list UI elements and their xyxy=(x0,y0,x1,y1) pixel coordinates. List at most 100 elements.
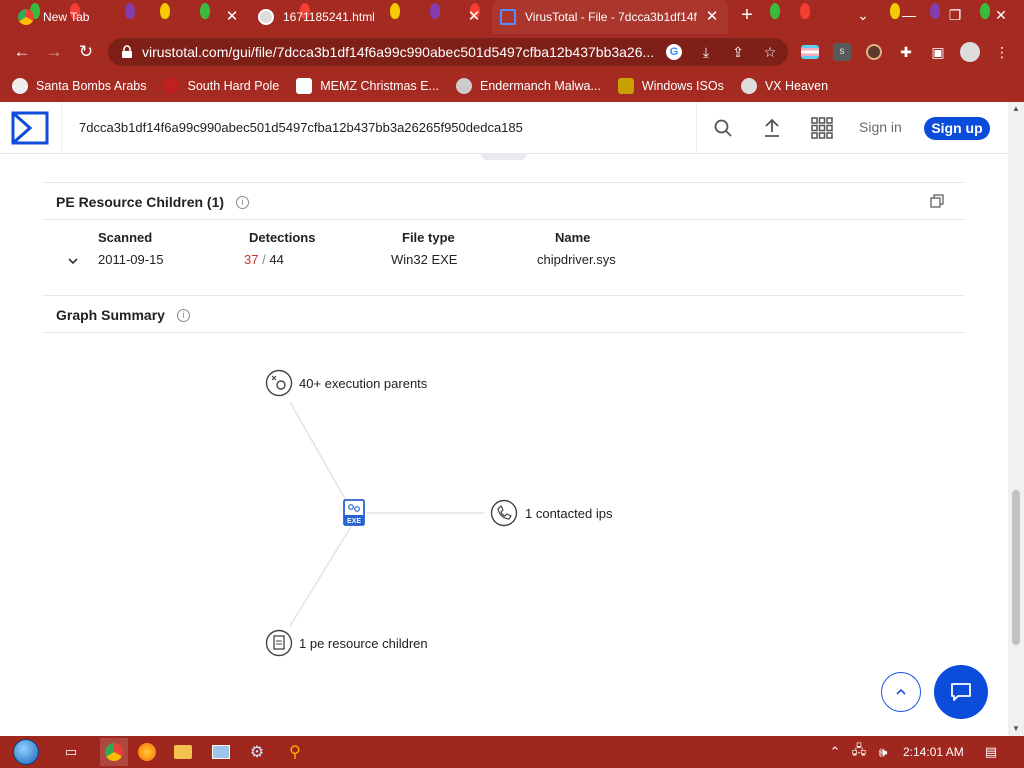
url-text: virustotal.com/gui/file/7dcca3b1df14f6a9… xyxy=(142,44,655,60)
file-explorer-icon[interactable] xyxy=(172,741,194,763)
browser-tab-strip: New Tab ✕ 1671185241.html ✕ VirusTotal -… xyxy=(0,0,1024,34)
info-icon[interactable]: i xyxy=(236,195,250,209)
bookmark-item[interactable]: Santa Bombs Arabs xyxy=(12,78,146,94)
bookmark-star-icon[interactable]: ☆ xyxy=(760,42,780,62)
system-clock[interactable]: 2:14:01 AM xyxy=(903,745,964,759)
exe-node-label: EXE xyxy=(347,518,361,525)
tab-virustotal[interactable]: VirusTotal - File - 7dcca3b1df14f ✕ xyxy=(492,0,728,34)
minimize-button[interactable]: — xyxy=(886,0,932,30)
browser-toolbar: ← → ↻ virustotal.com/gui/file/7dcca3b1df… xyxy=(0,34,1024,70)
bookmark-label: MEMZ Christmas E... xyxy=(320,79,439,93)
close-icon[interactable]: ✕ xyxy=(224,9,240,25)
close-icon[interactable]: ✕ xyxy=(704,9,720,25)
tab-search-button[interactable]: ⌄ xyxy=(840,0,886,30)
extension-flag-icon[interactable] xyxy=(800,42,820,62)
reload-button[interactable]: ↻ xyxy=(72,38,100,66)
contacted-ips-icon xyxy=(490,499,518,527)
tab-title: VirusTotal - File - 7dcca3b1df14f xyxy=(525,10,697,24)
profile-icon[interactable] xyxy=(960,42,980,62)
column-header-detections: Detections xyxy=(249,230,316,245)
back-button[interactable]: ← xyxy=(8,38,36,66)
chevron-up-icon xyxy=(896,688,906,695)
search-button[interactable] xyxy=(696,102,748,154)
detections-ratio: 37 / 44 xyxy=(244,252,284,267)
search-tool-icon[interactable]: ⚲ xyxy=(284,741,306,763)
tab-html-file[interactable]: 1671185241.html ✕ xyxy=(258,0,490,34)
bookmark-item[interactable]: MEMZ Christmas E... xyxy=(296,78,439,94)
file-name-link[interactable]: chipdriver.sys xyxy=(537,252,616,267)
column-header-scanned: Scanned xyxy=(98,230,153,245)
start-button[interactable] xyxy=(8,736,44,768)
chat-button[interactable] xyxy=(934,665,988,719)
firefox-taskbar-icon[interactable] xyxy=(136,741,158,763)
scroll-to-top-button[interactable] xyxy=(881,672,921,712)
task-view-icon[interactable]: ▭ xyxy=(60,741,82,763)
contacted-ips-label[interactable]: 1 contacted ips xyxy=(525,506,612,521)
column-header-file-type: File type xyxy=(402,230,455,245)
execution-parents-label[interactable]: 40+ execution parents xyxy=(299,376,427,391)
apps-grid-icon[interactable] xyxy=(810,116,834,140)
install-icon[interactable]: ⤓ xyxy=(696,42,716,62)
address-bar[interactable]: virustotal.com/gui/file/7dcca3b1df14f6a9… xyxy=(108,38,788,66)
bookmark-item[interactable]: Endermanch Malwa... xyxy=(455,78,601,94)
sign-up-button[interactable]: Sign up xyxy=(924,117,990,140)
tab-new-tab[interactable]: New Tab ✕ xyxy=(18,0,248,34)
menu-icon[interactable]: ⋮ xyxy=(992,42,1012,62)
bookmark-item[interactable]: South Hard Pole xyxy=(163,78,279,94)
detections-total: 44 xyxy=(269,252,284,267)
detections-separator: / xyxy=(262,252,266,267)
chrome-taskbar-icon[interactable] xyxy=(100,738,128,766)
extension-avatar-icon[interactable] xyxy=(864,42,884,62)
close-icon[interactable]: ✕ xyxy=(466,9,482,25)
search-icon xyxy=(714,119,732,137)
bookmark-label: South Hard Pole xyxy=(187,79,280,93)
page-scrollbar[interactable]: ▲ ▼ xyxy=(1008,102,1024,736)
bookmark-item[interactable]: Windows ISOs xyxy=(617,78,724,94)
notification-icon[interactable]: ▤ xyxy=(980,741,1002,763)
decoration-light xyxy=(800,3,810,19)
scroll-thumb[interactable] xyxy=(1012,490,1020,645)
scroll-up-arrow-icon[interactable]: ▲ xyxy=(1012,104,1020,113)
tray-chevron-up-icon[interactable]: ⌃ xyxy=(824,741,846,763)
virustotal-logo-icon[interactable] xyxy=(11,111,49,145)
restore-button[interactable]: ❐ xyxy=(932,0,978,30)
tab-title: 1671185241.html xyxy=(283,10,375,24)
decoration-light xyxy=(770,3,780,19)
close-window-button[interactable]: ✕ xyxy=(978,0,1024,30)
side-panel-icon[interactable]: ▣ xyxy=(928,42,948,62)
scroll-down-arrow-icon[interactable]: ▼ xyxy=(1012,724,1020,733)
app-window-icon[interactable] xyxy=(210,741,232,763)
divider xyxy=(42,332,965,333)
bookmark-label: Santa Bombs Arabs xyxy=(36,79,147,93)
extensions-puzzle-icon[interactable]: ✚ xyxy=(896,42,916,62)
extension-s-icon[interactable]: s xyxy=(832,42,852,62)
settings-gear-icon[interactable]: ⚙ xyxy=(246,741,268,763)
info-icon[interactable]: i xyxy=(176,308,190,322)
volume-icon[interactable]: 🕪 xyxy=(872,741,894,763)
divider xyxy=(42,295,965,296)
scanned-date: 2011-09-15 xyxy=(98,252,164,267)
execution-parents-icon xyxy=(265,369,293,397)
graph-edge xyxy=(289,401,353,512)
bookmark-label: Endermanch Malwa... xyxy=(479,79,601,93)
exe-node-icon: EXE xyxy=(343,499,365,526)
sign-in-link[interactable]: Sign in xyxy=(859,119,902,135)
chevron-down-icon[interactable] xyxy=(66,254,80,268)
search-bar[interactable]: 7dcca3b1df14f6a99c990abec501d5497cfba12b… xyxy=(61,102,747,154)
share-icon[interactable]: ⇪ xyxy=(728,42,748,62)
bookmark-item[interactable]: VX Heaven xyxy=(740,78,828,94)
santa-icon xyxy=(12,78,28,94)
new-tab-button[interactable]: + xyxy=(728,0,766,30)
pe-resource-section-title: PE Resource Children (1) i xyxy=(56,194,250,210)
windows-taskbar: ▭ ⚙ ⚲ ⌃ 🖧 🕪 2:14:01 AM ▤ xyxy=(0,736,1024,768)
upload-icon[interactable] xyxy=(760,116,784,140)
collapse-handle[interactable] xyxy=(481,154,527,160)
forward-button[interactable]: → xyxy=(40,38,68,66)
search-input[interactable]: 7dcca3b1df14f6a99c990abec501d5497cfba12b… xyxy=(79,120,523,135)
copy-icon[interactable] xyxy=(930,194,944,208)
pe-resource-children-label[interactable]: 1 pe resource children xyxy=(299,636,428,651)
raccoon-icon xyxy=(455,78,472,94)
google-icon[interactable]: G xyxy=(664,42,684,62)
network-icon[interactable]: 🖧 xyxy=(848,741,870,763)
graph-edge xyxy=(289,524,353,627)
